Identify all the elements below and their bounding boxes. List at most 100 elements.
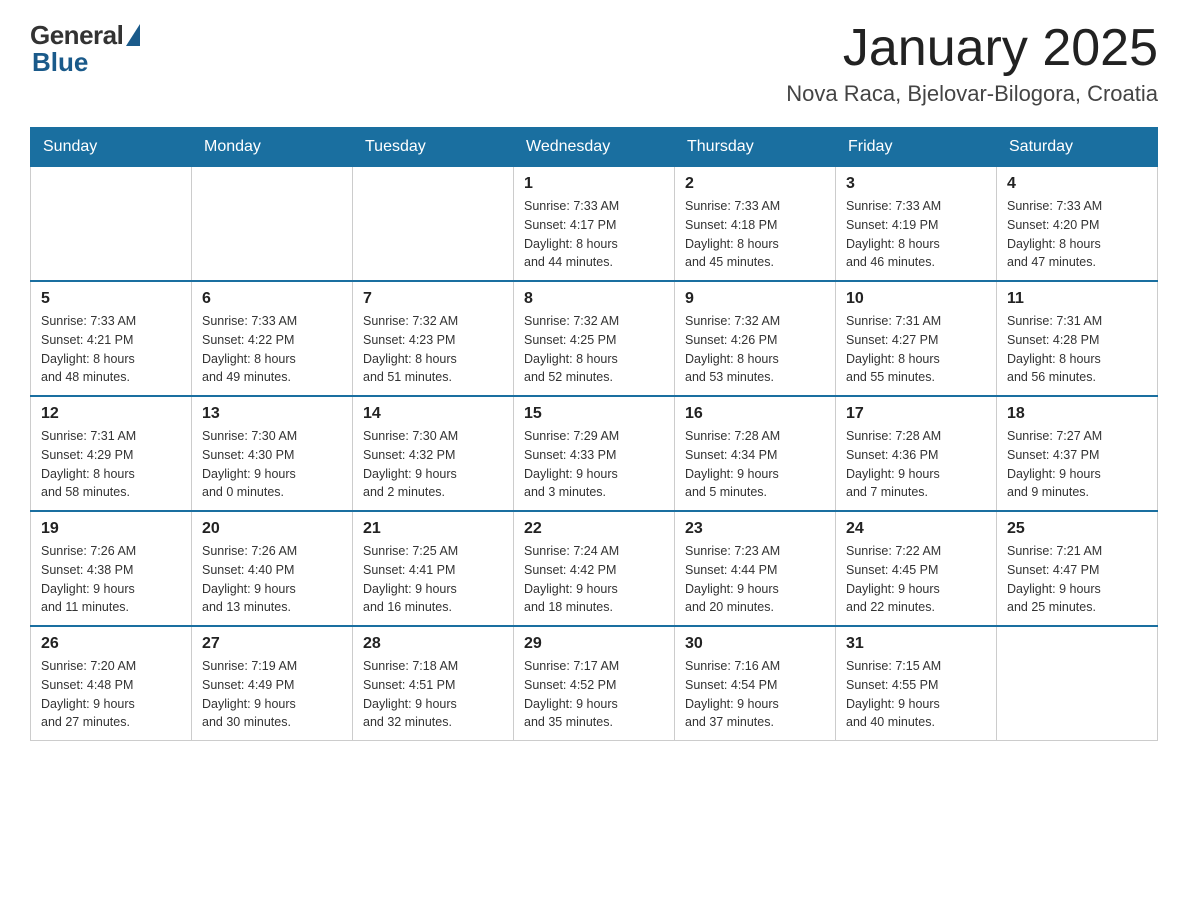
calendar-day-cell: 26Sunrise: 7:20 AM Sunset: 4:48 PM Dayli… [31,626,192,741]
day-info: Sunrise: 7:17 AM Sunset: 4:52 PM Dayligh… [524,657,664,732]
day-number: 4 [1007,175,1147,193]
day-number: 8 [524,290,664,308]
day-number: 30 [685,635,825,653]
calendar-day-header: Wednesday [514,128,675,167]
day-number: 2 [685,175,825,193]
day-info: Sunrise: 7:29 AM Sunset: 4:33 PM Dayligh… [524,427,664,502]
day-number: 16 [685,405,825,423]
day-number: 20 [202,520,342,538]
day-info: Sunrise: 7:22 AM Sunset: 4:45 PM Dayligh… [846,542,986,617]
calendar-day-header: Monday [192,128,353,167]
day-info: Sunrise: 7:27 AM Sunset: 4:37 PM Dayligh… [1007,427,1147,502]
calendar-week-row: 12Sunrise: 7:31 AM Sunset: 4:29 PM Dayli… [31,396,1158,511]
calendar-day-cell: 11 Sunrise: 7:31 AM Sunset: 4:28 PM Dayli… [997,281,1158,396]
day-info: Sunrise: 7:16 AM Sunset: 4:54 PM Dayligh… [685,657,825,732]
logo: General Blue [30,20,140,78]
day-info: Sunrise: 7:24 AM Sunset: 4:42 PM Dayligh… [524,542,664,617]
day-number: 10 [846,290,986,308]
day-number: 17 [846,405,986,423]
calendar-day-header: Thursday [675,128,836,167]
day-info: Sunrise: 7:33 AM Sunset: 4:21 PM Dayligh… [41,312,181,387]
day-number: 22 [524,520,664,538]
day-number: 31 [846,635,986,653]
day-number: 27 [202,635,342,653]
calendar-day-cell: 10 Sunrise: 7:31 AM Sunset: 4:27 PM Dayli… [836,281,997,396]
day-number: 12 [41,405,181,423]
calendar-day-cell: 27 Sunrise: 7:19 AM Sunset: 4:49 PM Dayli… [192,626,353,741]
calendar-day-cell: 8 Sunrise: 7:32 AM Sunset: 4:25 PM Daylig… [514,281,675,396]
day-number: 29 [524,635,664,653]
calendar-day-header: Saturday [997,128,1158,167]
calendar-day-cell: 21Sunrise: 7:25 AM Sunset: 4:41 PM Dayli… [353,511,514,626]
day-number: 7 [363,290,503,308]
calendar-day-cell: 13Sunrise: 7:30 AM Sunset: 4:30 PM Dayli… [192,396,353,511]
calendar-week-row: 19 Sunrise: 7:26 AM Sunset: 4:38 PM Dayli… [31,511,1158,626]
day-number: 28 [363,635,503,653]
day-number: 1 [524,175,664,193]
calendar-day-cell: 4 Sunrise: 7:33 AM Sunset: 4:20 PM Daylig… [997,167,1158,282]
day-number: 26 [41,635,181,653]
logo-blue-text: Blue [32,47,88,78]
calendar-day-cell [192,167,353,282]
calendar-day-cell: 3 Sunrise: 7:33 AM Sunset: 4:19 PM Daylig… [836,167,997,282]
day-number: 23 [685,520,825,538]
calendar-day-header: Friday [836,128,997,167]
day-number: 24 [846,520,986,538]
title-section: January 2025 Nova Raca, Bjelovar-Bilogor… [786,20,1158,107]
calendar-day-cell: 16 Sunrise: 7:28 AM Sunset: 4:34 PM Dayli… [675,396,836,511]
calendar-day-cell [997,626,1158,741]
calendar-table: SundayMondayTuesdayWednesdayThursdayFrid… [30,127,1158,741]
calendar-day-cell: 29 Sunrise: 7:17 AM Sunset: 4:52 PM Dayli… [514,626,675,741]
calendar-header-row: SundayMondayTuesdayWednesdayThursdayFrid… [31,128,1158,167]
calendar-week-row: 5 Sunrise: 7:33 AM Sunset: 4:21 PM Daylig… [31,281,1158,396]
day-info: Sunrise: 7:28 AM Sunset: 4:36 PM Dayligh… [846,427,986,502]
day-number: 6 [202,290,342,308]
day-info: Sunrise: 7:21 AM Sunset: 4:47 PM Dayligh… [1007,542,1147,617]
calendar-day-cell: 15 Sunrise: 7:29 AM Sunset: 4:33 PM Dayli… [514,396,675,511]
calendar-day-cell: 5 Sunrise: 7:33 AM Sunset: 4:21 PM Daylig… [31,281,192,396]
calendar-day-cell: 31 Sunrise: 7:15 AM Sunset: 4:55 PM Dayli… [836,626,997,741]
calendar-day-cell: 14 Sunrise: 7:30 AM Sunset: 4:32 PM Dayli… [353,396,514,511]
day-info: Sunrise: 7:19 AM Sunset: 4:49 PM Dayligh… [202,657,342,732]
day-number: 19 [41,520,181,538]
calendar-day-cell: 23Sunrise: 7:23 AM Sunset: 4:44 PM Dayli… [675,511,836,626]
page-header: General Blue January 2025 Nova Raca, Bje… [30,20,1158,107]
day-info: Sunrise: 7:28 AM Sunset: 4:34 PM Dayligh… [685,427,825,502]
day-number: 11 [1007,290,1147,308]
calendar-day-cell: 18 Sunrise: 7:27 AM Sunset: 4:37 PM Dayli… [997,396,1158,511]
day-info: Sunrise: 7:33 AM Sunset: 4:20 PM Dayligh… [1007,197,1147,272]
day-info: Sunrise: 7:30 AM Sunset: 4:32 PM Dayligh… [363,427,503,502]
day-info: Sunrise: 7:15 AM Sunset: 4:55 PM Dayligh… [846,657,986,732]
day-number: 5 [41,290,181,308]
calendar-day-cell: 2Sunrise: 7:33 AM Sunset: 4:18 PM Daylig… [675,167,836,282]
day-number: 25 [1007,520,1147,538]
day-info: Sunrise: 7:31 AM Sunset: 4:27 PM Dayligh… [846,312,986,387]
calendar-day-cell: 1Sunrise: 7:33 AM Sunset: 4:17 PM Daylig… [514,167,675,282]
day-info: Sunrise: 7:18 AM Sunset: 4:51 PM Dayligh… [363,657,503,732]
day-number: 3 [846,175,986,193]
calendar-day-cell: 7 Sunrise: 7:32 AM Sunset: 4:23 PM Daylig… [353,281,514,396]
calendar-week-row: 26Sunrise: 7:20 AM Sunset: 4:48 PM Dayli… [31,626,1158,741]
day-info: Sunrise: 7:33 AM Sunset: 4:19 PM Dayligh… [846,197,986,272]
month-title: January 2025 [786,20,1158,77]
logo-triangle-icon [126,24,140,46]
day-number: 14 [363,405,503,423]
day-info: Sunrise: 7:31 AM Sunset: 4:28 PM Dayligh… [1007,312,1147,387]
calendar-day-cell: 24 Sunrise: 7:22 AM Sunset: 4:45 PM Dayli… [836,511,997,626]
calendar-day-cell: 25 Sunrise: 7:21 AM Sunset: 4:47 PM Dayli… [997,511,1158,626]
day-number: 18 [1007,405,1147,423]
day-number: 9 [685,290,825,308]
day-number: 13 [202,405,342,423]
calendar-day-cell [31,167,192,282]
day-info: Sunrise: 7:32 AM Sunset: 4:23 PM Dayligh… [363,312,503,387]
day-number: 15 [524,405,664,423]
calendar-day-cell: 20Sunrise: 7:26 AM Sunset: 4:40 PM Dayli… [192,511,353,626]
calendar-day-cell: 28 Sunrise: 7:18 AM Sunset: 4:51 PM Dayli… [353,626,514,741]
day-info: Sunrise: 7:26 AM Sunset: 4:38 PM Dayligh… [41,542,181,617]
calendar-day-cell: 6Sunrise: 7:33 AM Sunset: 4:22 PM Daylig… [192,281,353,396]
calendar-day-cell: 22 Sunrise: 7:24 AM Sunset: 4:42 PM Dayli… [514,511,675,626]
calendar-day-cell: 17 Sunrise: 7:28 AM Sunset: 4:36 PM Dayli… [836,396,997,511]
calendar-day-cell [353,167,514,282]
day-info: Sunrise: 7:32 AM Sunset: 4:25 PM Dayligh… [524,312,664,387]
location-title: Nova Raca, Bjelovar-Bilogora, Croatia [786,81,1158,107]
